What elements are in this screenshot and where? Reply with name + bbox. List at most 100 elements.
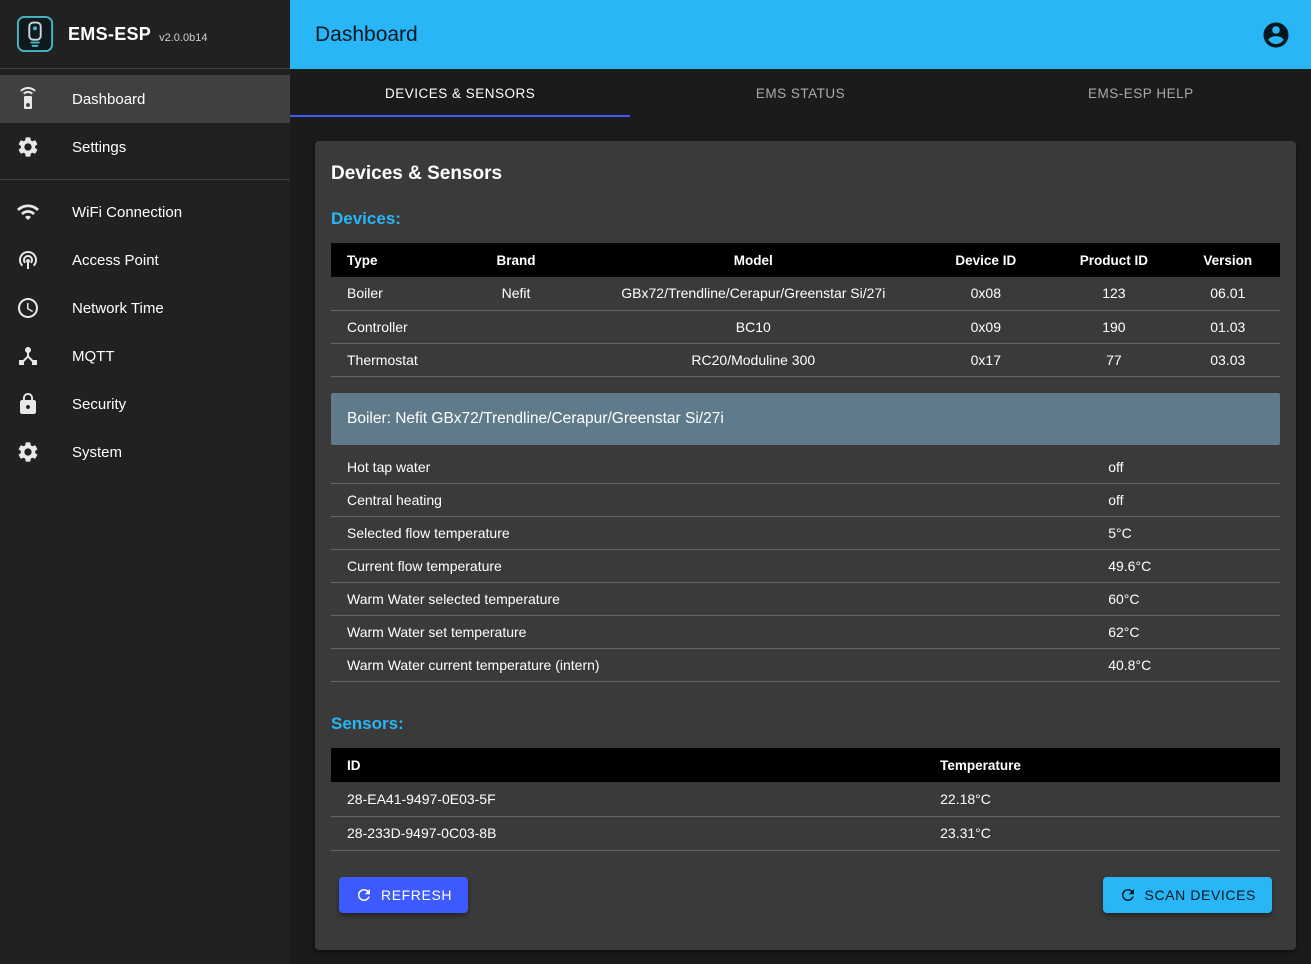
sidebar-item-label: Dashboard [72, 91, 145, 108]
value-label: Selected flow temperature [331, 517, 1108, 550]
refresh-button[interactable]: REFRESH [339, 877, 468, 913]
sidebar-item-label: Network Time [72, 300, 164, 317]
sidebar-item-label: Access Point [72, 252, 159, 269]
sidebar-item-mqtt[interactable]: MQTT [0, 332, 290, 380]
table-cell: 0x08 [919, 277, 1052, 310]
sidebar-item-access-point[interactable]: Access Point [0, 236, 290, 284]
tab-devices-sensors[interactable]: DEVICES & SENSORS [290, 69, 630, 117]
hub-icon [16, 344, 40, 368]
scan-devices-button[interactable]: SCAN DEVICES [1103, 877, 1272, 913]
boiler-value-row: Warm Water set temperature62°C [331, 616, 1280, 649]
sidebar-item-label: Settings [72, 139, 126, 156]
tab-label: DEVICES & SENSORS [385, 86, 535, 101]
boiler-banner: Boiler: Nefit GBx72/Trendline/Cerapur/Gr… [331, 393, 1280, 445]
lock-icon [16, 392, 40, 416]
table-cell: 0x09 [919, 310, 1052, 343]
table-cell: 28-233D-9497-0C03-8B [331, 816, 924, 850]
devices-table: TypeBrandModelDevice IDProduct IDVersion… [331, 243, 1280, 377]
value-text: off [1108, 484, 1280, 517]
table-cell: Thermostat [331, 343, 445, 376]
app-logo-icon [16, 15, 54, 53]
main: Dashboard DEVICES & SENSORS EMS STATUS EMS… [290, 0, 1311, 964]
column-header: Version [1176, 243, 1280, 277]
sidebar-item-network-time[interactable]: Network Time [0, 284, 290, 332]
sidebar-item-label: Security [72, 396, 126, 413]
account-circle-icon[interactable] [1261, 20, 1291, 50]
column-header: Device ID [919, 243, 1052, 277]
table-cell: 190 [1052, 310, 1175, 343]
column-header: ID [331, 748, 924, 782]
tab-ems-esp-help[interactable]: EMS-ESP HELP [971, 69, 1311, 117]
value-text: 40.8°C [1108, 649, 1280, 682]
sensors-body: 28-EA41-9497-0E03-5F22.18°C28-233D-9497-… [331, 782, 1280, 850]
tabs: DEVICES & SENSORS EMS STATUS EMS-ESP HELP [290, 69, 1311, 117]
sensors-heading: Sensors: [331, 714, 1280, 734]
boiler-value-row: Current flow temperature49.6°C [331, 550, 1280, 583]
remote-icon [16, 87, 40, 111]
appbar: Dashboard [290, 0, 1311, 69]
table-cell: 23.31°C [924, 816, 1280, 850]
card-title: Devices & Sensors [331, 163, 1280, 185]
table-row: Controller BC100x0919001.03 [331, 310, 1280, 343]
sidebar-menu: Dashboard Settings WiFi Connection Access P… [0, 69, 290, 482]
boiler-value-row: Hot tap wateroff [331, 451, 1280, 484]
sidebar-item-wifi-connection[interactable]: WiFi Connection [0, 188, 290, 236]
value-label: Warm Water current temperature (intern) [331, 649, 1108, 682]
table-cell: 22.18°C [924, 782, 1280, 816]
sidebar-item-dashboard[interactable]: Dashboard [0, 75, 290, 123]
boiler-value-row: Warm Water selected temperature60°C [331, 583, 1280, 616]
tab-label: EMS STATUS [756, 86, 845, 101]
column-header: Product ID [1052, 243, 1175, 277]
table-cell: 0x17 [919, 343, 1052, 376]
refresh-icon [355, 886, 373, 904]
value-text: 5°C [1108, 517, 1280, 550]
table-cell: 28-EA41-9497-0E03-5F [331, 782, 924, 816]
value-label: Central heating [331, 484, 1108, 517]
sidebar-item-settings[interactable]: Settings [0, 123, 290, 171]
devices-body: BoilerNefitGBx72/Trendline/Cerapur/Green… [331, 277, 1280, 376]
refresh-button-label: REFRESH [381, 887, 452, 903]
table-cell: Controller [331, 310, 445, 343]
button-row: REFRESH SCAN DEVICES [331, 877, 1280, 913]
table-cell: RC20/Moduline 300 [587, 343, 919, 376]
sidebar-item-security[interactable]: Security [0, 380, 290, 428]
boiler-values-table: Hot tap wateroffCentral heatingoffSelect… [331, 451, 1280, 683]
sidebar-item-label: System [72, 444, 122, 461]
value-text: 62°C [1108, 616, 1280, 649]
value-text: 60°C [1108, 583, 1280, 616]
sidebar-item-system[interactable]: System [0, 428, 290, 476]
clock-icon [16, 296, 40, 320]
antenna-icon [16, 248, 40, 272]
devices-header-row: TypeBrandModelDevice IDProduct IDVersion [331, 243, 1280, 277]
content: Devices & Sensors Devices: TypeBrandMode… [290, 117, 1311, 964]
column-header: Temperature [924, 748, 1280, 782]
table-cell: Nefit [445, 277, 587, 310]
wifi-icon [16, 200, 40, 224]
devices-sensors-card: Devices & Sensors Devices: TypeBrandMode… [315, 141, 1296, 950]
sidebar-divider [0, 179, 290, 180]
table-cell: Boiler [331, 277, 445, 310]
table-row: 28-EA41-9497-0E03-5F22.18°C [331, 782, 1280, 816]
gear-icon [16, 440, 40, 464]
table-cell: 01.03 [1176, 310, 1280, 343]
value-label: Hot tap water [331, 451, 1108, 484]
sensors-header-row: IDTemperature [331, 748, 1280, 782]
table-cell [445, 310, 587, 343]
app-title: EMS-ESP [68, 24, 151, 45]
value-text: 49.6°C [1108, 550, 1280, 583]
page-title: Dashboard [315, 23, 418, 47]
column-header: Brand [445, 243, 587, 277]
sensors-table: IDTemperature 28-EA41-9497-0E03-5F22.18°… [331, 748, 1280, 851]
table-row: ThermostatRC20/Moduline 3000x177703.03 [331, 343, 1280, 376]
table-cell: 06.01 [1176, 277, 1280, 310]
tab-label: EMS-ESP HELP [1088, 86, 1194, 101]
table-row: 28-233D-9497-0C03-8B23.31°C [331, 816, 1280, 850]
tab-ems-status[interactable]: EMS STATUS [630, 69, 970, 117]
value-text: off [1108, 451, 1280, 484]
value-label: Warm Water selected temperature [331, 583, 1108, 616]
table-cell: BC10 [587, 310, 919, 343]
column-header: Type [331, 243, 445, 277]
table-cell: 77 [1052, 343, 1175, 376]
value-label: Current flow temperature [331, 550, 1108, 583]
devices-heading: Devices: [331, 209, 1280, 229]
